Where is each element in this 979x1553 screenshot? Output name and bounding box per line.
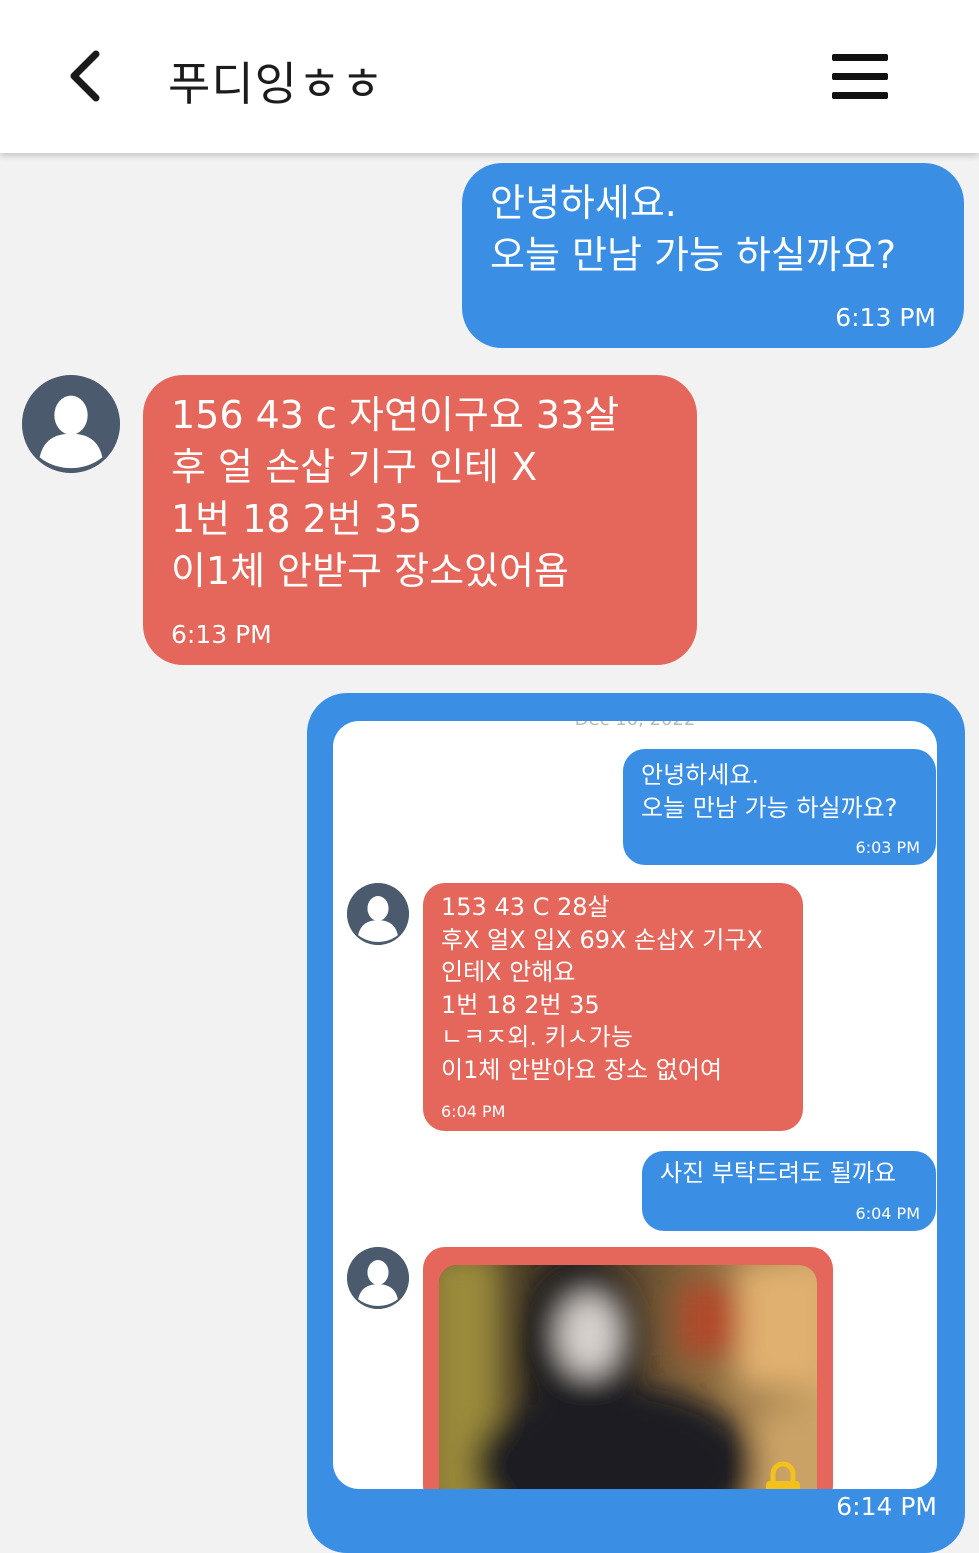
message-text: 153 43 C 28살 후X 얼X 입X 69X 손삽X 기구X 인테X 안해… [441, 893, 763, 1084]
outgoing-message: 안녕하세요. 오늘 만남 가능 하실까요? 6:03 PM [623, 749, 936, 865]
blurred-photo [439, 1265, 817, 1489]
chat-header: 푸디잉ㅎㅎ [0, 0, 979, 153]
outgoing-image-message[interactable]: Dec 10, 2022 안녕하세요. 오늘 만남 가능 하실까요? 6:03 … [307, 693, 965, 1553]
screenshot-image[interactable]: Dec 10, 2022 안녕하세요. 오늘 만남 가능 하실까요? 6:03 … [333, 721, 937, 1489]
lock-icon [763, 1461, 803, 1489]
avatar [347, 883, 409, 945]
outgoing-message[interactable]: 안녕하세요. 오늘 만남 가능 하실까요? 6:13 PM [462, 163, 964, 348]
outgoing-message: 사진 부탁드려도 될까요 6:04 PM [642, 1151, 936, 1231]
message-time: 6:13 PM [835, 303, 936, 332]
chat-title: 푸디잉ㅎㅎ [168, 57, 385, 111]
hamburger-menu-icon[interactable] [832, 54, 888, 100]
message-list[interactable]: 안녕하세요. 오늘 만남 가능 하실까요? 6:13 PM 156 43 c 자… [0, 153, 979, 1553]
avatar[interactable] [22, 375, 120, 473]
message-time: 6:14 PM [836, 1492, 937, 1521]
incoming-photo-message [423, 1247, 833, 1489]
message-text: 안녕하세요. 오늘 만남 가능 하실까요? [490, 181, 897, 277]
incoming-message: 153 43 C 28살 후X 얼X 입X 69X 손삽X 기구X 인테X 안해… [423, 883, 803, 1131]
avatar [347, 1247, 409, 1309]
date-divider: Dec 10, 2022 [333, 721, 937, 730]
incoming-message[interactable]: 156 43 c 자연이구요 33살 후 얼 손삽 기구 인테 X 1번 18 … [143, 375, 697, 665]
message-time: 6:13 PM [171, 620, 272, 649]
message-text: 사진 부탁드려도 될까요 [660, 1159, 897, 1187]
message-time: 6:03 PM [855, 838, 920, 857]
chevron-left-icon[interactable] [62, 48, 110, 104]
message-text: 156 43 c 자연이구요 33살 후 얼 손삽 기구 인테 X 1번 18 … [171, 393, 620, 593]
message-time: 6:04 PM [855, 1204, 920, 1223]
message-time: 6:04 PM [441, 1102, 506, 1121]
message-text: 안녕하세요. 오늘 만남 가능 하실까요? [641, 761, 898, 822]
